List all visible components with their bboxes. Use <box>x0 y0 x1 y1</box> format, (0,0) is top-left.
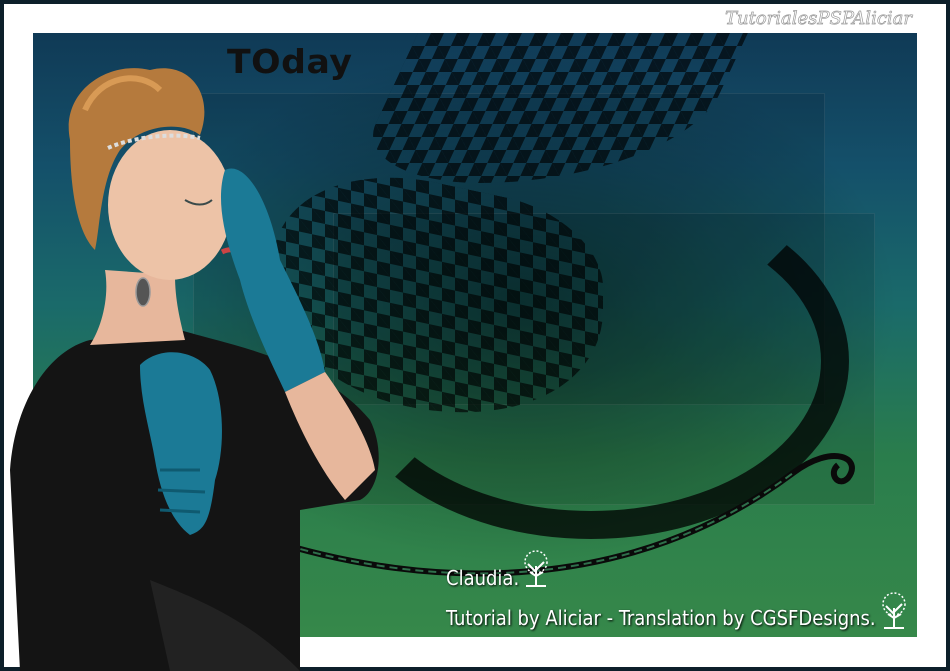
credit-line-1: Claudia. <box>446 566 520 590</box>
tree-logo-icon <box>882 592 906 629</box>
watermark: TutorialesPSPAliciar <box>725 8 913 30</box>
credit-line-2: Tutorial by Aliciar - Translation by CGS… <box>446 606 876 630</box>
woman-figure <box>10 68 379 671</box>
tree-logo-icon <box>524 550 548 587</box>
